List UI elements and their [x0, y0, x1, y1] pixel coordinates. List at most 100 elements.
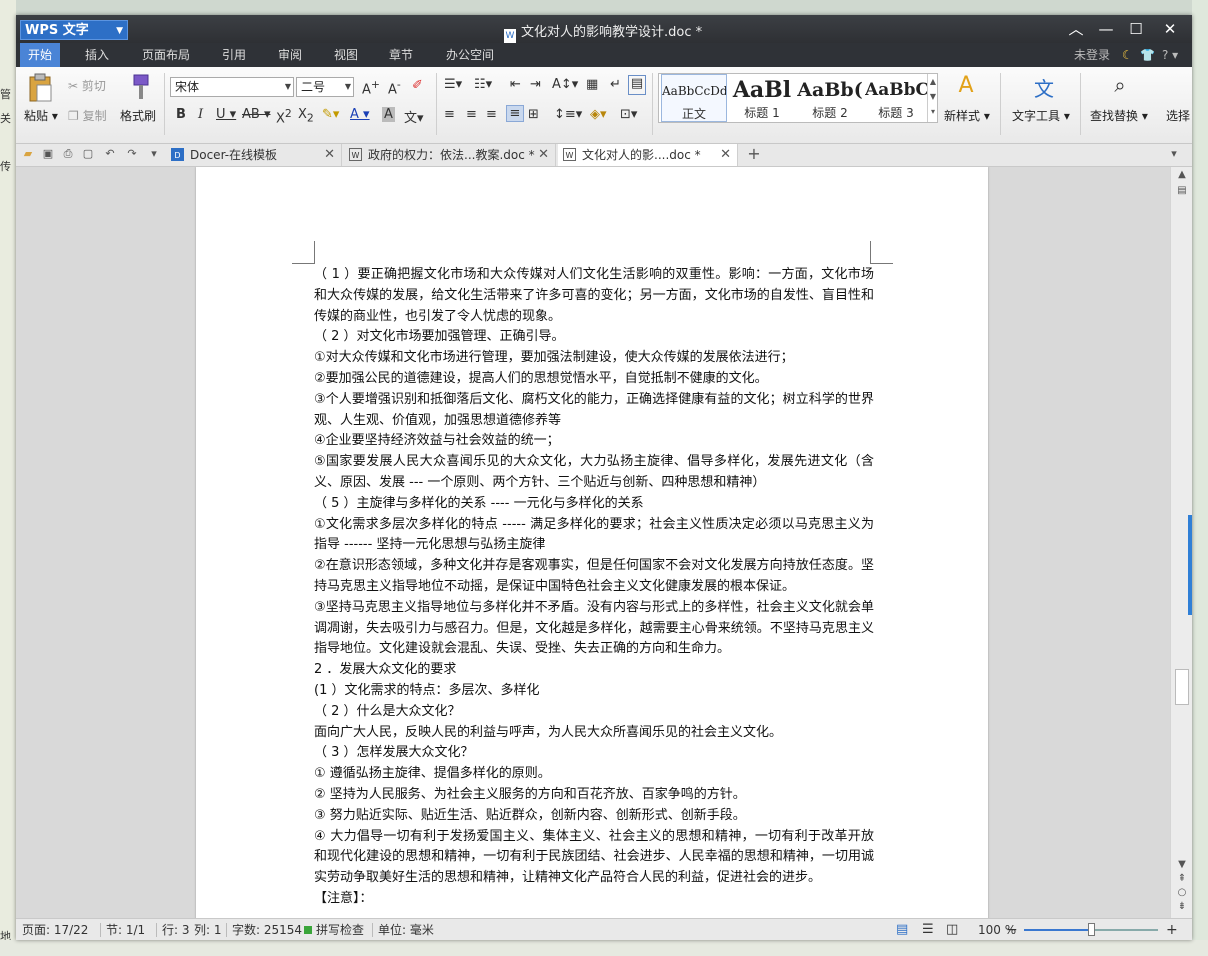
- print-icon[interactable]: ⎙: [60, 146, 76, 162]
- close-button[interactable]: ✕: [1156, 18, 1184, 40]
- new-style-button[interactable]: 新样式 ▾: [944, 107, 990, 124]
- format-painter-button[interactable]: 格式刷: [120, 107, 156, 124]
- styles-scroll[interactable]: ▲ ▼ ▾: [927, 74, 938, 122]
- undo-icon[interactable]: ↶: [102, 146, 118, 162]
- style-heading-2[interactable]: AaBb( 标题 2: [797, 74, 863, 122]
- paragraph[interactable]: (1 ）文化需求的特点：多层次、多样化: [314, 681, 874, 702]
- new-tab-icon[interactable]: +: [746, 146, 762, 162]
- find-replace-button[interactable]: 查找替换 ▾: [1090, 107, 1148, 124]
- outline-view-icon[interactable]: ☰: [922, 919, 934, 940]
- collapse-ribbon-button[interactable]: ︿: [1062, 18, 1090, 40]
- prev-page-icon[interactable]: ⇞: [1171, 873, 1192, 884]
- borders-icon[interactable]: ⊡▾: [620, 107, 637, 122]
- paragraph[interactable]: ② 坚持为人民服务、为社会主义服务的方向和百花齐放、百家争鸣的方针。: [314, 785, 874, 806]
- redo-icon[interactable]: ↷: [124, 146, 140, 162]
- char-shading-icon[interactable]: A: [382, 107, 395, 122]
- side-panel-toggle[interactable]: [1188, 515, 1192, 615]
- status-page[interactable]: 页面: 17/22: [22, 919, 88, 940]
- paragraph[interactable]: （ 5 ）主旋律与多样化的关系 ---- 一元化与多样化的关系: [314, 494, 874, 515]
- paragraph[interactable]: （ 2 ）对文化市场要加强管理、正确引导。: [314, 327, 874, 348]
- paragraph[interactable]: （ 3 ）怎样发展大众文化？: [314, 743, 874, 764]
- font-name-select[interactable]: 宋体 ▼: [170, 77, 294, 97]
- phonetic-icon[interactable]: 文▾: [404, 107, 424, 126]
- font-size-select[interactable]: 二号 ▼: [296, 77, 354, 97]
- minimize-button[interactable]: —: [1092, 18, 1120, 40]
- line-spacing-icon[interactable]: ↕≡▾: [554, 107, 582, 122]
- paragraph[interactable]: ①对大众传媒和文化市场进行管理，要加强法制建设，使大众传媒的发展依法进行；: [314, 348, 874, 369]
- app-menu-button[interactable]: WPS 文字 ▼: [20, 20, 128, 40]
- page-view-icon[interactable]: ▤: [896, 919, 908, 940]
- paragraph[interactable]: ④企业要坚持经济效益与社会效益的统一；: [314, 431, 874, 452]
- browse-object-icon[interactable]: ○: [1171, 887, 1192, 898]
- tab-office-space[interactable]: 办公空间: [446, 43, 494, 67]
- tab-list-icon[interactable]: ▾: [1166, 146, 1182, 162]
- align-left-icon[interactable]: ≡: [444, 107, 455, 122]
- tab-references[interactable]: 引用: [222, 43, 246, 67]
- close-tab-icon[interactable]: ✕: [324, 144, 335, 166]
- scroll-down-icon[interactable]: ▼: [1171, 859, 1192, 870]
- align-right-icon[interactable]: ≡: [486, 107, 497, 122]
- italic-icon[interactable]: I: [198, 107, 203, 122]
- new-style-icon[interactable]: A: [952, 73, 980, 101]
- paragraph[interactable]: （ 1 ）要正确把握文化市场和大众传媒对人们文化生活影响的双重性。影响：一方面，…: [314, 265, 874, 327]
- numbered-list-icon[interactable]: ☷▾: [474, 77, 492, 92]
- paragraph[interactable]: ④ 大力倡导一切有利于发扬爱国主义、集体主义、社会主义的思想和精神，一切有利于改…: [314, 827, 874, 889]
- scrollbar-thumb[interactable]: [1175, 669, 1189, 705]
- show-paragraph-icon[interactable]: ▤: [628, 75, 646, 95]
- copy-button[interactable]: ❐ 复制: [68, 107, 107, 124]
- tab-review[interactable]: 审阅: [278, 43, 302, 67]
- shirt-icon[interactable]: 👕: [1140, 43, 1155, 67]
- justify-icon[interactable]: ≡: [506, 105, 524, 122]
- distribute-icon[interactable]: ⊞: [528, 107, 539, 122]
- zoom-slider-thumb[interactable]: [1088, 923, 1095, 936]
- highlight-icon[interactable]: ✎▾: [322, 107, 339, 122]
- clear-format-icon[interactable]: ✐: [412, 78, 423, 93]
- cut-button[interactable]: ✂ 剪切: [68, 77, 106, 94]
- style-heading-1[interactable]: AaBl 标题 1: [729, 74, 795, 122]
- maximize-button[interactable]: ☐: [1122, 18, 1150, 40]
- web-view-icon[interactable]: ◫: [946, 919, 958, 940]
- paragraph[interactable]: 面向广大人民，反映人民的利益与呼声，为人民大众所喜闻乐见的社会主义文化。: [314, 723, 874, 744]
- close-tab-icon[interactable]: ✕: [538, 144, 549, 166]
- binoculars-icon[interactable]: ⌕: [1106, 73, 1134, 101]
- paste-button[interactable]: 粘贴 ▾: [24, 107, 58, 124]
- tab-document-culture[interactable]: W 文化对人的影....doc * ✕: [558, 144, 738, 166]
- zoom-out-icon[interactable]: −: [1006, 919, 1018, 940]
- paragraph-mark-icon[interactable]: ↵: [610, 77, 621, 92]
- bullet-list-icon[interactable]: ☰▾: [444, 77, 462, 92]
- tab-page-layout[interactable]: 页面布局: [142, 43, 190, 67]
- table-icon[interactable]: ▦: [586, 77, 598, 92]
- tab-home[interactable]: 开始: [20, 43, 61, 67]
- increase-indent-icon[interactable]: ⇥: [530, 77, 541, 92]
- text-direction-icon[interactable]: A↕▾: [552, 77, 578, 92]
- paragraph[interactable]: ②在意识形态领域，多种文化并存是客观事实，但是任何国家不会对文化发展方向持放任态…: [314, 556, 874, 598]
- grow-font-icon[interactable]: A+: [362, 78, 380, 97]
- status-unit[interactable]: 单位: 毫米: [378, 919, 434, 940]
- tab-view[interactable]: 视图: [334, 43, 358, 67]
- align-center-icon[interactable]: ≡: [466, 107, 477, 122]
- text-tools-button[interactable]: 文字工具 ▾: [1012, 107, 1070, 124]
- document-page[interactable]: （ 1 ）要正确把握文化市场和大众传媒对人们文化生活影响的双重性。影响：一方面，…: [196, 167, 988, 918]
- help-icon[interactable]: ? ▾: [1162, 43, 1178, 67]
- paragraph[interactable]: 2 ．发展大众文化的要求: [314, 660, 874, 681]
- quick-access-dropdown-icon[interactable]: ▾: [146, 146, 162, 162]
- save-icon[interactable]: ▣: [40, 146, 56, 162]
- paragraph[interactable]: ③ 努力贴近实际、贴近生活、贴近群众，创新内容、创新形式、创新手段。: [314, 806, 874, 827]
- paragraph[interactable]: ⑤国家要发展人民大众喜闻乐见的大众文化，大力弘扬主旋律、倡导多样化，发展先进文化…: [314, 452, 874, 494]
- scroll-up-icon[interactable]: ▲: [1171, 169, 1192, 180]
- tab-document-government[interactable]: W 政府的权力：依法...教案.doc * ✕: [344, 144, 556, 166]
- status-spell-check[interactable]: 拼写检查: [316, 919, 364, 940]
- strikethrough-icon[interactable]: AB ▾: [242, 107, 270, 122]
- status-word-count[interactable]: 字数: 25154: [232, 919, 302, 940]
- page-tools-icon[interactable]: ▤: [1171, 185, 1192, 196]
- bold-icon[interactable]: B: [176, 107, 186, 122]
- paragraph[interactable]: 【注意】：: [314, 889, 874, 910]
- superscript-icon[interactable]: X2: [276, 107, 292, 126]
- tab-chapter[interactable]: 章节: [389, 43, 413, 67]
- paste-icon[interactable]: [26, 73, 58, 103]
- paragraph[interactable]: ②要加强公民的道德建设，提高人们的思想觉悟水平，自觉抵制不健康的文化。: [314, 369, 874, 390]
- paragraph[interactable]: ① 遵循弘扬主旋律、提倡多样化的原则。: [314, 764, 874, 785]
- document-body[interactable]: （ 1 ）要正确把握文化市场和大众传媒对人们文化生活影响的双重性。影响：一方面，…: [314, 265, 874, 910]
- text-tools-icon[interactable]: 文: [1030, 73, 1058, 101]
- paragraph[interactable]: （ 2 ）什么是大众文化？: [314, 702, 874, 723]
